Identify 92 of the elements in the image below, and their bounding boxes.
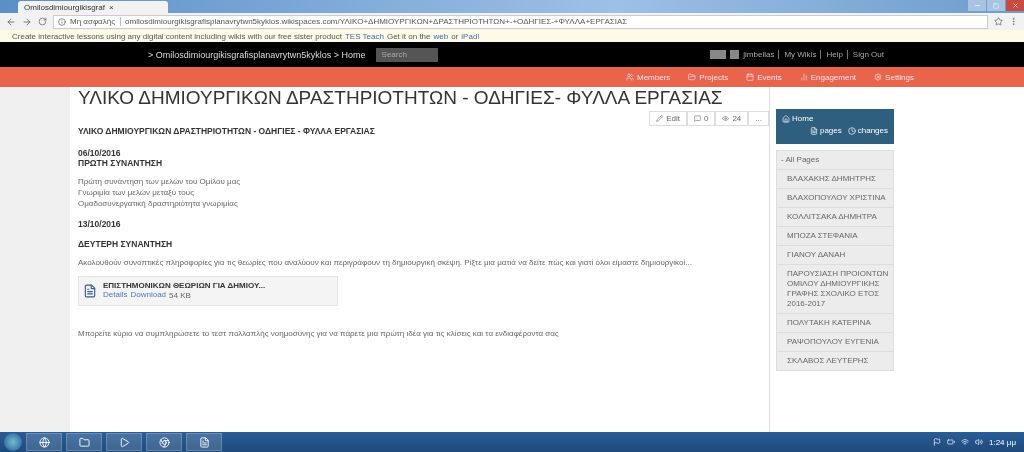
page-link[interactable]: ΒΛΑΧΟΠΟΥΛΟΥ ΧΡΙΣΤΙΝΑ: [777, 188, 893, 207]
taskbar-button[interactable]: [66, 433, 102, 451]
page-link[interactable]: ΜΠΟΖΑ ΣΤΕΦΑΝΙΑ: [777, 226, 893, 245]
url-text: omilosdimiourgikisgrafisplanavrytwn5kyklos.wikispaces.com/ΥΛΙΚΟ+ΔΗΜΙΟΥΡΓΙΚΩΝ+ΔΡΑΣΤΗΡΙΟΤΗΤΩΝ+-+ΟΔΗΓΙΕΣ-+ΦΥΛΛΑ+ΕΡΓΑΣΙΑΣ: [125, 17, 628, 26]
maximize-icon: [993, 2, 999, 9]
nav-link[interactable]: Members: [626, 72, 671, 82]
pencil-icon: [656, 115, 664, 122]
home-link[interactable]: Home: [782, 114, 888, 123]
security-label: Μη ασφαλής: [70, 17, 121, 26]
bar-chart-icon: [799, 73, 808, 81]
all-pages-toggle[interactable]: - All Pages: [777, 151, 893, 169]
browser-icon: [158, 436, 170, 448]
breadcrumb: > Omilosdimiourgikisgrafisplanavrytwn5kyklos > Home: [148, 49, 366, 60]
details-link[interactable]: Details: [103, 290, 128, 301]
more-button[interactable]: ...: [748, 111, 769, 126]
views-button[interactable]: 24: [715, 111, 749, 126]
back-icon[interactable]: [6, 16, 16, 27]
close-tab-button[interactable]: ×: [108, 2, 114, 12]
home-icon: [782, 114, 790, 123]
minimize-icon: [973, 2, 981, 9]
battery-icon: [947, 438, 955, 446]
user-link[interactable]: Help: [820, 50, 843, 59]
nav-link[interactable]: Settings: [874, 72, 914, 82]
banner-text: or: [451, 31, 459, 41]
info-icon: [58, 17, 66, 26]
flag-icon: [933, 438, 941, 446]
people-icon: [626, 73, 634, 81]
address-bar[interactable]: Μη ασφαλής omilosdimiourgikisgrafisplanavrytwn5kyklos.wikispaces.com/ΥΛΙΚΟ+ΔΗΜΙΟΥΡΓΙΚΩΝ+ΔΡΑΣΤΗΡΙΟΤΗΤΩΝ+-+ΟΔΗΓΙΕΣ-+ΦΥΛΛΑ+ΕΡΓΑΣΙΑΣ: [53, 14, 988, 29]
taskbar-button[interactable]: [146, 433, 182, 451]
document-icon: [83, 284, 97, 298]
pages-link[interactable]: pages: [809, 126, 842, 135]
clock: 1:24 μμ: [989, 437, 1016, 447]
browser-tab[interactable]: Omilosdimiourgikisgraf ×: [18, 1, 168, 13]
page-link[interactable]: ΓΙΑΝΟΥ ΔΑΝΑΗ: [777, 245, 893, 264]
start-button[interactable]: [4, 433, 22, 451]
page-link[interactable]: ΒΛΑΧΑΚΗΣ ΔΗΜΗΤΡΗΣ: [777, 169, 893, 188]
banner-text: Get it on the: [386, 31, 431, 41]
meeting-title: ΠΡΩΤΗ ΣΥΝΑΝΤΗΣΗ: [78, 158, 164, 168]
paragraph: Ακολουθούν συνοπτικές πληροφορίες για τις θεωρίες που αναλύουν και περιγράφουν τη δημιουργική σκέψη. Ρίξτε μια ματιά να δείτε πώς και γιατί όλοι είμαστε δημιουργικοί...: [78, 257, 693, 268]
play-icon: [118, 436, 130, 448]
taskbar-button[interactable]: [106, 433, 142, 451]
changes-link[interactable]: changes: [847, 126, 888, 135]
nav-link[interactable]: Events: [746, 72, 782, 82]
banner-link[interactable]: TES Teach: [344, 31, 384, 41]
paragraph: Ομαδοσυνεργατική δραστηριότητα γνωριμίας: [78, 198, 239, 209]
meeting-date: 06/10/2016: [78, 148, 122, 158]
user-link[interactable]: Sign Out: [846, 50, 884, 59]
eye-icon: [722, 115, 730, 122]
calendar-icon: [746, 73, 755, 81]
folder-icon: [78, 436, 90, 448]
comment-icon: [693, 115, 701, 122]
user-link[interactable]: jimbellas: [743, 50, 775, 59]
meeting-title: ΔΕΥΤΕΡΗ ΣΥΝΑΝΤΗΣΗ: [78, 239, 174, 249]
bookmark-star-icon[interactable]: [994, 17, 1003, 26]
network-icon: [961, 438, 969, 446]
user-link[interactable]: My Wikis: [778, 50, 817, 59]
taskbar-button[interactable]: [26, 433, 62, 451]
menu-icon[interactable]: [1009, 17, 1018, 26]
document-icon: [198, 436, 210, 448]
file-name: ΕΠΙΣΤΗΜΟΝΙΚΩΝ ΘΕΩΡΙΩΝ ΓΙΑ ΔΗΜΙΟΥ...: [103, 281, 266, 290]
paragraph: Μπορείτε κύριο να συμπληρώσετε το τεστ πολλαπλής νοημοσύνης για να πάρετε μια πρώτη ιδέα για τις κλίσεις και τα ενδιαφέροντα σας: [78, 328, 560, 339]
page-heading: ΥΛΙΚΟ ΔΗΜΙΟΥΡΓΙΚΩΝ ΔΡΑΣΤΗΡΙΟΤΗΤΩΝ - ΟΔΗΓΙΕΣ - ΦΥΛΛΑ ΕΡΓΑΣΙΑΣ: [78, 126, 376, 136]
close-window-button[interactable]: [1006, 0, 1024, 11]
page-icon: [809, 126, 818, 135]
page-link[interactable]: ΚΟΛΛΙΤΣΑΚΑ ΔΗΜΗΤΡΑ: [777, 207, 893, 226]
clock-icon: [847, 126, 856, 135]
forward-icon[interactable]: [22, 16, 32, 27]
taskbar-button[interactable]: [186, 433, 222, 451]
paragraph: Γνωριμία των μελών μεταξύ τους: [78, 187, 195, 198]
globe-icon: [38, 436, 50, 448]
banner-link[interactable]: web: [433, 31, 449, 41]
file-size: 54 KB: [169, 290, 191, 301]
volume-icon: [975, 438, 983, 446]
close-icon: [1011, 2, 1019, 9]
paragraph: Πρώτη συνάντηση των μελών του Ομίλου μας: [78, 176, 242, 187]
banner-link[interactable]: iPad!: [461, 31, 480, 41]
settings-icon: [874, 73, 883, 81]
page-link[interactable]: ΠΟΛΥΤΑΚΗ ΚΑΤΕΡΙΝΑ: [777, 313, 893, 332]
comments-button[interactable]: 0: [686, 111, 716, 126]
reload-icon[interactable]: [38, 17, 47, 26]
page-link[interactable]: ΠΑΡΟΥΣΙΑΣΗ ΠΡΟΙΟΝΤΩΝ ΟΜΙΛΟΥ ΔΗΜΙΟΥΡΓΙΚΗΣ ΓΡΑΦΗΣ ΣΧΟΛΙΚΟ ΕΤΟΣ 2016-2017: [777, 264, 893, 313]
meeting-date: 13/10/2016: [78, 219, 122, 229]
page-link[interactable]: ΣΚΛΑΒΟΣ ΛΕΥΤΕΡΗΣ: [777, 351, 893, 370]
page-title: ΥΛΙΚΟ ΔΗΜΙΟΥΡΓΙΚΩΝ ΔΡΑΣΤΗΡΙΟΤΗΤΩΝ - ΟΔΗΓΙΕΣ- ΦΥΛΛΑ ΕΡΓΑΣΙΑΣ: [78, 87, 724, 109]
search-field[interactable]: Search: [375, 47, 438, 62]
edit-button[interactable]: Edit: [649, 111, 687, 126]
nav-link[interactable]: Engagement: [799, 72, 857, 82]
folder-icon: [688, 73, 697, 81]
nav-link[interactable]: Projects: [688, 72, 729, 82]
banner-text: Create interactive lessons using any digital content including wikis with our free sister product: [12, 31, 342, 41]
download-link[interactable]: Download: [130, 290, 167, 301]
page-link[interactable]: ΡΑΨΟΠΟΥΛΟΥ ΕΥΓΕΝΙΑ: [777, 332, 893, 351]
